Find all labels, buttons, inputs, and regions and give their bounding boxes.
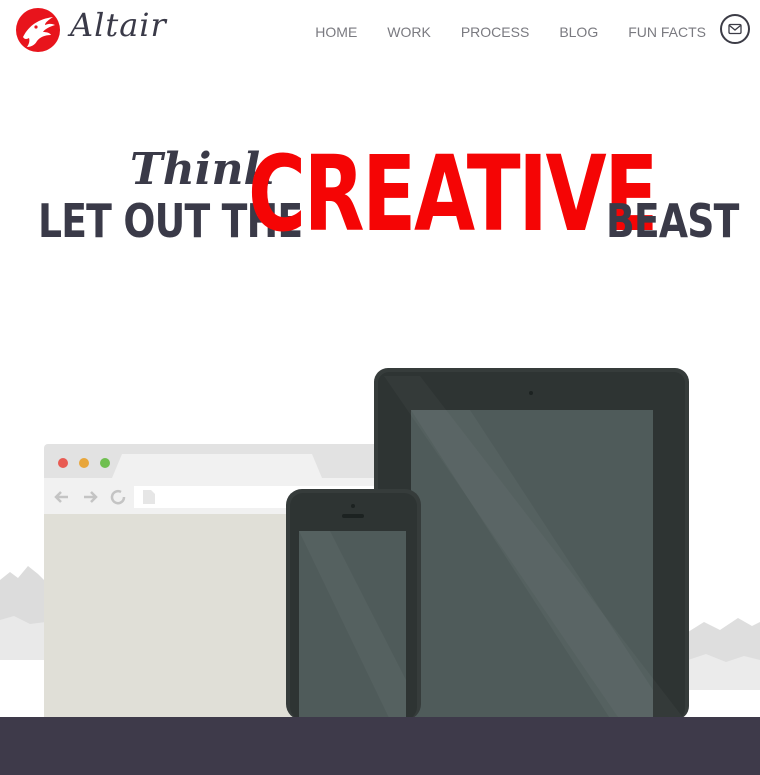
smartphone xyxy=(286,489,421,720)
eagle-icon[interactable] xyxy=(15,7,61,53)
contact-button[interactable] xyxy=(720,14,750,44)
browser-minimize-dot xyxy=(79,458,89,468)
brand-name[interactable]: Altair xyxy=(70,6,167,44)
tablet xyxy=(374,368,689,720)
main-nav: HOME WORK PROCESS BLOG FUN FACTS xyxy=(285,14,750,44)
nav-item-home[interactable]: HOME xyxy=(315,23,357,41)
devices-illustration xyxy=(0,360,760,720)
mail-icon xyxy=(728,23,742,35)
site-header: Altair HOME WORK PROCESS BLOG FUN FACTS xyxy=(0,0,760,62)
nav-item-work[interactable]: WORK xyxy=(387,23,431,41)
hero-line-end: BEAST xyxy=(606,194,739,248)
browser-close-dot xyxy=(58,458,68,468)
devices-graphic xyxy=(0,368,760,720)
nav-item-process[interactable]: PROCESS xyxy=(461,23,529,41)
nav-item-fun-facts[interactable]: FUN FACTS xyxy=(628,23,706,41)
nav-item-blog[interactable]: BLOG xyxy=(559,23,598,41)
browser-maximize-dot xyxy=(100,458,110,468)
hero-headline: Think LET OUT THE CREATIVE BEAST xyxy=(0,140,760,260)
hero-highlight: CREATIVE xyxy=(248,133,658,255)
footer-band xyxy=(0,717,760,775)
